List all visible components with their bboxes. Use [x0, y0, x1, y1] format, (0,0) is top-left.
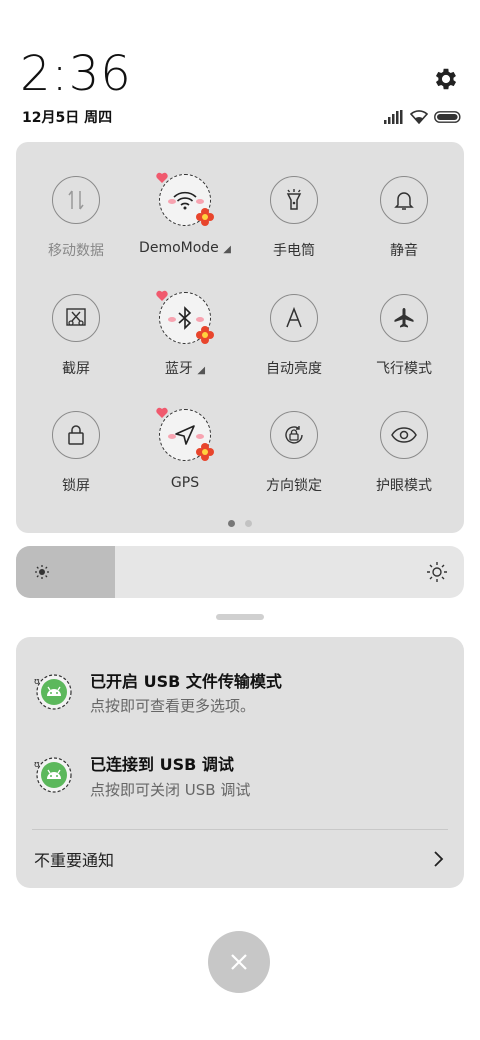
unimportant-label: 不重要通知: [34, 851, 115, 870]
android-icon: ʊ: [32, 755, 72, 795]
quick-settings-panel: 移动数据 DemoMode ◢ 手电筒 静音 截屏 蓝牙 ◢ 自动亮度 飞行模式…: [16, 142, 464, 533]
heart-icon: [156, 172, 168, 183]
tile-label: 自动亮度: [266, 361, 322, 377]
flower-icon: [196, 443, 214, 461]
tile-label: 手电筒: [273, 243, 315, 259]
clock-time: 2:36: [20, 46, 132, 102]
page-dot-active: [228, 520, 235, 527]
notification-title: 已开启 USB 文件传输模式: [90, 672, 282, 691]
tile-mute[interactable]: 静音: [349, 176, 459, 276]
close-icon: [231, 954, 247, 970]
drag-handle[interactable]: [216, 614, 264, 620]
svg-text:ʊ: ʊ: [34, 677, 40, 687]
chevron-right-icon: [434, 851, 444, 867]
tile-auto-brightness[interactable]: 自动亮度: [239, 294, 349, 394]
clear-all-button[interactable]: [208, 931, 270, 993]
tile-screenshot[interactable]: 截屏: [21, 294, 131, 394]
heart-icon: [156, 407, 168, 418]
tile-lock-screen[interactable]: 锁屏: [21, 411, 131, 511]
tile-label: 方向锁定: [266, 478, 322, 494]
expand-arrow-icon: ◢: [223, 244, 231, 255]
signal-icon: [384, 110, 403, 124]
notification-title: 已连接到 USB 调试: [90, 755, 234, 774]
settings-gear-icon[interactable]: [432, 65, 460, 93]
wifi-status-icon: [410, 110, 428, 124]
auto-brightness-icon: [270, 294, 318, 342]
status-icons: [384, 109, 462, 125]
airplane-icon: [380, 294, 428, 342]
tile-label: 飞行模式: [376, 361, 432, 377]
tile-flashlight[interactable]: 手电筒: [239, 176, 349, 276]
tile-rotation-lock[interactable]: 方向锁定: [239, 411, 349, 511]
page-dot: [245, 520, 252, 527]
lock-icon: [52, 411, 100, 459]
tile-label: 护眼模式: [376, 478, 432, 494]
tile-label: 截屏: [62, 361, 90, 377]
notification-card: ʊ 已开启 USB 文件传输模式 点按即可查看更多选项。 ʊ 已连接到 USB …: [16, 637, 464, 888]
tile-airplane[interactable]: 飞行模式: [349, 294, 459, 394]
notification-item[interactable]: ʊ 已开启 USB 文件传输模式 点按即可查看更多选项。: [16, 637, 464, 727]
heart-icon: [156, 290, 168, 301]
tile-mobile-data[interactable]: 移动数据: [21, 176, 131, 276]
page-indicator: [228, 520, 252, 527]
tile-label: DemoMode ◢: [139, 240, 231, 256]
rotation-lock-icon: [270, 411, 318, 459]
date-label: 12月5日 周四: [22, 110, 113, 126]
svg-text:ʊ: ʊ: [34, 760, 40, 770]
flower-icon: [196, 326, 214, 344]
tile-label: 静音: [390, 243, 418, 259]
tile-wifi[interactable]: DemoMode ◢: [130, 172, 240, 276]
bell-icon: [380, 176, 428, 224]
tile-label: 移动数据: [48, 243, 104, 259]
notification-subtitle: 点按即可关闭 USB 调试: [90, 781, 251, 799]
tile-eye-care[interactable]: 护眼模式: [349, 411, 459, 511]
tile-label: 锁屏: [62, 478, 90, 494]
notification-item[interactable]: ʊ 已连接到 USB 调试 点按即可关闭 USB 调试: [16, 727, 464, 817]
android-icon: ʊ: [32, 672, 72, 712]
brightness-low-icon: [35, 565, 49, 579]
expand-arrow-icon: ◢: [197, 365, 206, 376]
brightness-slider[interactable]: [16, 546, 464, 598]
tile-bluetooth[interactable]: 蓝牙 ◢: [130, 290, 240, 394]
flashlight-icon: [270, 176, 318, 224]
notification-subtitle: 点按即可查看更多选项。: [90, 697, 256, 715]
screenshot-icon: [52, 294, 100, 342]
tile-label: GPS: [170, 475, 200, 491]
brightness-fill: [16, 546, 115, 598]
mobile-data-icon: [52, 176, 100, 224]
eye-icon: [380, 411, 428, 459]
battery-icon: [434, 111, 461, 123]
tile-gps[interactable]: GPS: [130, 407, 240, 511]
brightness-high-icon: [427, 562, 447, 582]
unimportant-notifications-row[interactable]: 不重要通知: [16, 830, 464, 888]
flower-icon: [196, 208, 214, 226]
tile-label: 蓝牙 ◢: [164, 361, 206, 377]
